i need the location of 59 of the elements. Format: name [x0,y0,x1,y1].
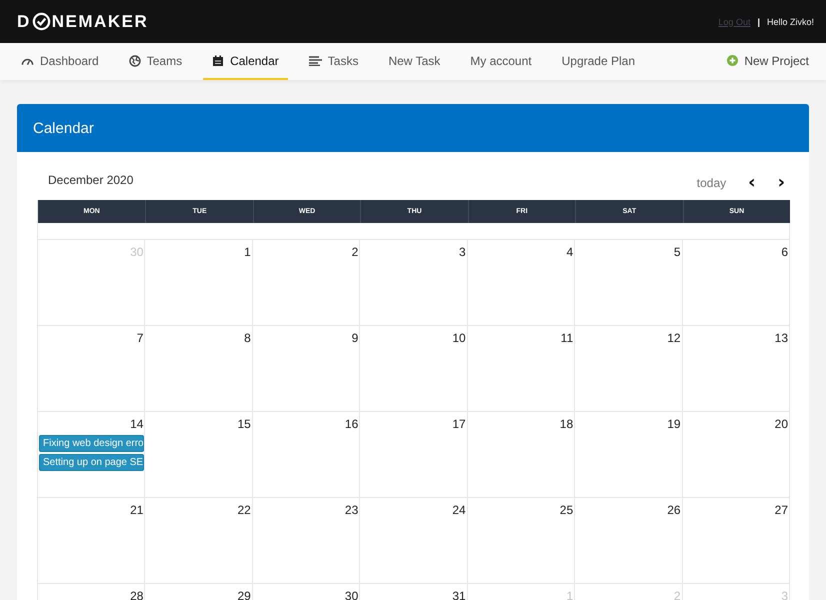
day-number: 22 [237,503,252,517]
day-number: 31 [452,589,467,600]
day-number: 20 [774,417,789,431]
nav-tab[interactable]: Upgrade Plan [552,43,644,80]
day-number: 3 [781,589,789,600]
nav-tab[interactable]: Tasks [300,43,368,80]
day-number: 1 [244,245,252,259]
event-chip[interactable]: Setting up on page SE [39,454,144,471]
day-number: 28 [130,589,144,600]
event-chip[interactable]: Fixing web design erro [39,435,144,452]
day-number: 3 [459,245,467,259]
prev-button[interactable]: ‹ [742,176,762,190]
day-number: 10 [452,331,467,345]
day-number: 1 [566,589,574,600]
list-icon [308,56,322,66]
day-number: 27 [774,503,789,517]
nav-tab[interactable]: Dashboard [12,43,108,80]
day-number: 24 [452,503,467,517]
day-number: 5 [674,245,682,259]
nav-tab[interactable]: Teams [120,43,192,80]
day-number: 21 [130,503,144,517]
day-number: 17 [452,417,467,431]
day-number: 23 [344,503,360,517]
today-button[interactable]: today [690,176,732,190]
day-number: 6 [781,245,789,259]
day-number: 2 [674,589,682,600]
day-number: 4 [566,245,574,259]
day-number: 7 [136,331,144,345]
logo-text: D [17,12,31,32]
logo-text: NEMAKER [52,12,148,32]
day-number: 11 [560,331,574,345]
day-number: 18 [560,417,574,431]
day-number: 26 [667,503,682,517]
day-number: 14 [130,417,144,431]
greeting-text: Hello Zivko! [766,16,814,26]
plus-circle-icon [727,55,738,66]
separator: | [757,16,760,26]
day-number: 13 [774,331,789,345]
nav-tab[interactable]: New Task [379,43,450,80]
day-number: 12 [667,331,682,345]
day-number: 25 [560,503,574,517]
day-number: 19 [667,417,682,431]
day-number: 2 [352,245,360,259]
nav-tab[interactable]: My account [461,43,541,80]
calendar-icon [212,54,224,66]
day-number: 8 [244,331,252,345]
day-number: 9 [352,331,360,345]
check-circle-icon [32,12,51,31]
globe-icon [128,54,141,66]
next-button[interactable]: › [772,176,791,190]
day-number: 30 [130,245,144,259]
new-project-button[interactable]: New Project [718,43,818,80]
day-number: 29 [237,589,252,600]
card-title: Calendar [33,120,94,136]
nav-tab[interactable]: Calendar [203,43,288,80]
day-number: 15 [237,417,252,431]
day-number: 30 [344,589,360,600]
month-title: December 2020 [48,173,134,187]
day-number: 16 [344,417,360,431]
